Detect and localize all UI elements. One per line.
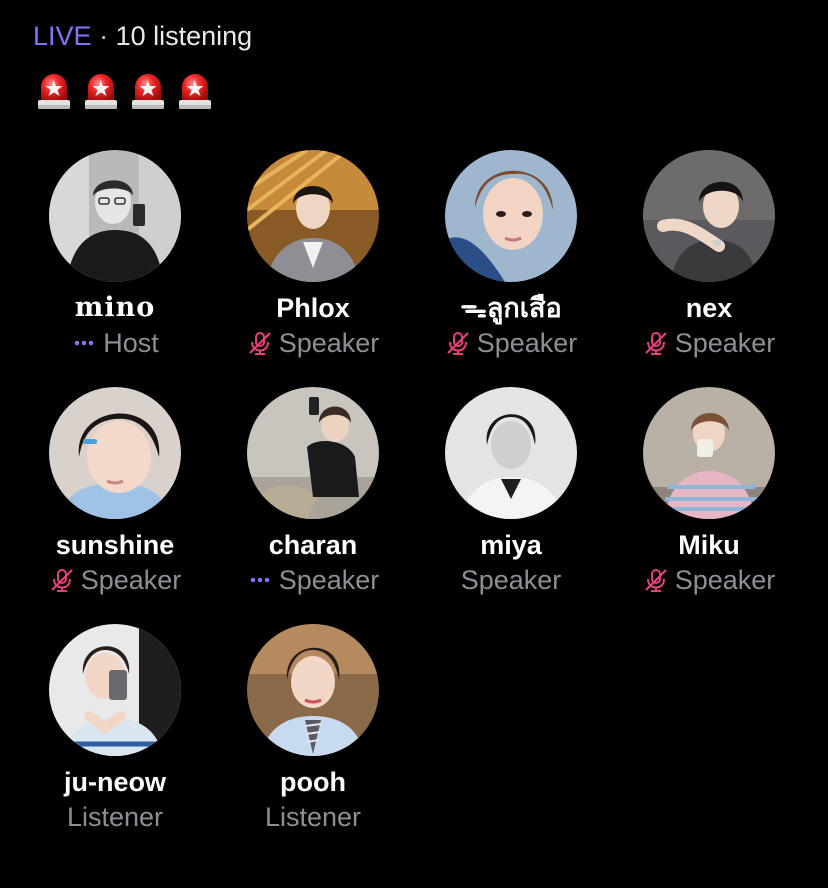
participant-name: 𝐦𝐢𝐧𝐨 <box>74 292 156 323</box>
avatar[interactable] <box>247 624 379 756</box>
participant-card[interactable]: sunshine Speaker <box>16 387 214 624</box>
participant-grid: 𝐦𝐢𝐧𝐨 Host Phlox Speaker ᯓลูกเสือ Speaker… <box>16 150 808 861</box>
siren-icon <box>85 74 117 109</box>
participant-name: charan <box>268 530 358 560</box>
role-row: Listener <box>67 801 163 833</box>
participant-card[interactable]: pooh Listener <box>214 624 412 861</box>
avatar[interactable] <box>643 150 775 282</box>
role-row: Speaker <box>445 327 578 359</box>
siren-icon <box>38 74 70 109</box>
role-row: Speaker <box>643 564 776 596</box>
live-label: LIVE <box>33 21 92 51</box>
role-row: Speaker <box>643 327 776 359</box>
avatar[interactable] <box>49 624 181 756</box>
participant-role: Speaker <box>674 328 776 358</box>
avatar[interactable] <box>445 150 577 282</box>
more-dots-icon <box>74 340 94 346</box>
participant-card[interactable]: miya Speaker <box>412 387 610 624</box>
role-row: Speaker <box>49 564 182 596</box>
participant-role: Speaker <box>674 565 776 595</box>
role-row: Listener <box>265 801 361 833</box>
siren-icon <box>132 74 164 109</box>
avatar[interactable] <box>247 150 379 282</box>
avatar[interactable] <box>445 387 577 519</box>
muted-mic-icon <box>50 569 73 592</box>
participant-card[interactable]: Miku Speaker <box>610 387 808 624</box>
siren-emoji-row <box>36 70 213 111</box>
muted-mic-icon <box>248 332 271 355</box>
participant-role: Speaker <box>80 565 182 595</box>
participant-card[interactable]: nex Speaker <box>610 150 808 387</box>
participant-name: ju-neow <box>64 767 166 797</box>
participant-role: Listener <box>66 802 164 832</box>
more-dots-icon <box>250 577 270 583</box>
muted-mic-icon <box>446 332 469 355</box>
participant-card[interactable]: ᯓลูกเสือ Speaker <box>412 150 610 387</box>
participant-card[interactable]: Phlox Speaker <box>214 150 412 387</box>
participant-role: Speaker <box>278 328 380 358</box>
participant-role: Speaker <box>476 328 578 358</box>
participant-card[interactable]: 𝐦𝐢𝐧𝐨 Host <box>16 150 214 387</box>
listener-count: 10 listening <box>115 21 253 51</box>
separator-dot: · <box>99 21 109 51</box>
participant-role: Listener <box>264 802 362 832</box>
participant-name: sunshine <box>55 530 175 560</box>
muted-mic-icon <box>644 332 667 355</box>
participant-name: miya <box>480 530 542 560</box>
siren-icon <box>179 74 211 109</box>
participant-card[interactable]: ju-neow Listener <box>16 624 214 861</box>
participant-name: pooh <box>280 767 346 797</box>
role-row: Speaker <box>247 564 380 596</box>
participant-name: Miku <box>678 530 740 560</box>
muted-mic-icon <box>644 569 667 592</box>
participant-name: ᯓลูกเสือ <box>460 293 562 323</box>
participant-role: Speaker <box>278 565 380 595</box>
participant-role: Speaker <box>460 565 562 595</box>
live-status: LIVE · 10 listening <box>33 18 252 54</box>
participant-name: Phlox <box>276 293 350 323</box>
role-row: Speaker <box>461 564 562 596</box>
participant-name: nex <box>685 293 733 323</box>
participant-role: Host <box>103 328 159 358</box>
participant-card[interactable]: charan Speaker <box>214 387 412 624</box>
avatar[interactable] <box>49 387 181 519</box>
avatar[interactable] <box>643 387 775 519</box>
role-row: Host <box>71 327 159 359</box>
avatar[interactable] <box>247 387 379 519</box>
role-row: Speaker <box>247 327 380 359</box>
avatar[interactable] <box>49 150 181 282</box>
